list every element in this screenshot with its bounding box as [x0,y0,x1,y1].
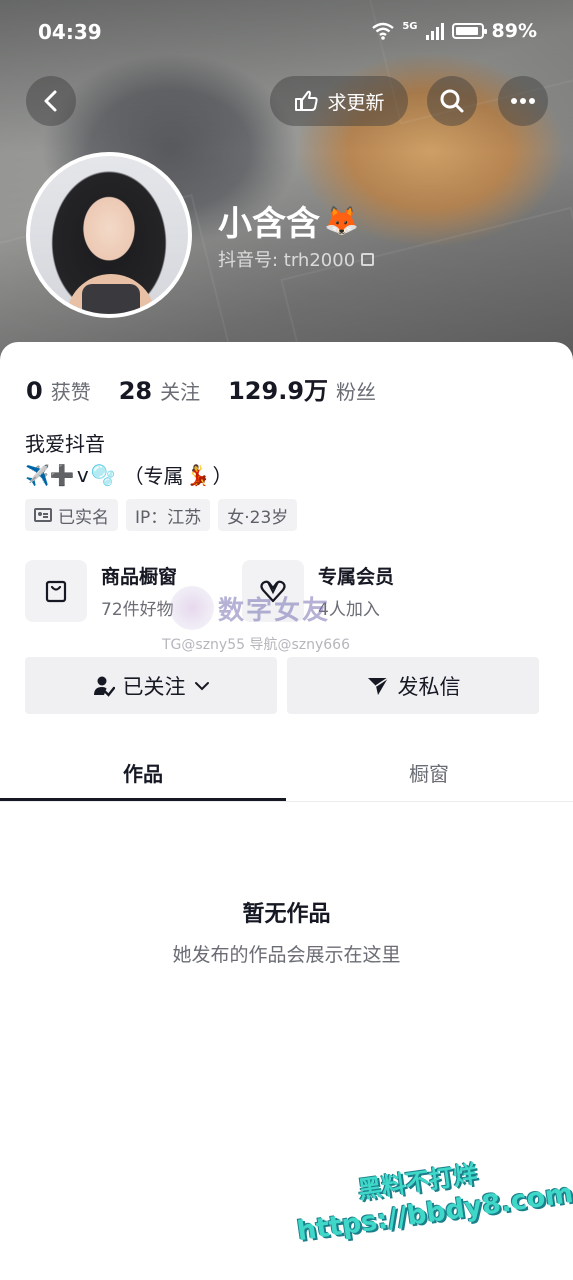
bio-line-1: 我爱抖音 [25,432,105,456]
stat-followers[interactable]: 129.9万 粉丝 [228,371,376,406]
shopping-bag-icon [45,580,67,603]
shop-title: 商品橱窗 [101,566,178,588]
tag-verified: 已实名 [25,499,118,531]
active-tab-indicator [0,798,286,801]
douyin-id-text: 抖音号: trh2000 [218,250,356,271]
tab-works[interactable]: 作品 [0,742,286,802]
battery-level: 89% [491,20,537,42]
request-update-button[interactable]: 求更新 [270,76,408,126]
tab-shop-window[interactable]: 橱窗 [286,742,572,802]
status-bar: 04:39 5G 89% [0,18,573,48]
chevron-left-icon [44,90,57,112]
stat-label: 粉丝 [336,380,377,404]
network-type: 5G [402,20,418,32]
back-button[interactable] [26,76,76,126]
following-button[interactable]: 已关注 [25,657,277,714]
profile-tags: 已实名 IP：江苏 女·23岁 [25,499,298,531]
id-card-icon [34,508,52,522]
bubble-emoji: 🫧 [90,462,116,487]
bio-exclusive: （专属 [123,464,184,488]
stat-label: 获赞 [50,380,91,404]
avatar[interactable] [26,152,192,318]
stat-label: 关注 [160,380,201,404]
member-entry[interactable]: 专属会员 4人加入 [242,560,394,622]
profile-name: 小含含 🦊 [218,196,359,245]
member-icon-box [242,560,304,622]
shop-window-entry[interactable]: 商品橱窗 72件好物 [25,560,177,622]
plane-plus-emoji: ✈️➕ [25,462,75,487]
tag-label: IP：江苏 [135,507,202,528]
more-dots-icon [511,98,535,104]
tag-label: 已实名 [58,507,109,528]
request-update-label: 求更新 [327,91,385,114]
member-heart-icon [260,580,286,603]
tag-label: 女·23岁 [227,507,289,528]
empty-state-title: 暂无作品 [242,902,331,927]
member-subtitle: 4人加入 [318,600,380,620]
douyin-id[interactable]: 抖音号: trh2000 [218,246,375,272]
empty-state-subtitle: 她发布的作品会展示在这里 [172,944,401,966]
dancer-emoji: 💃 [185,462,211,487]
send-message-button[interactable]: 发私信 [287,657,539,714]
stat-value: 129.9万 [228,377,329,405]
tag-ip: IP：江苏 [126,499,211,531]
stat-likes[interactable]: 0 获赞 [26,376,91,405]
shop-icon-box [25,560,87,622]
send-icon [367,676,388,695]
content-tabs: 作品 橱窗 [0,742,573,802]
signal-icon [425,22,444,40]
search-button[interactable] [427,76,477,126]
bio-close: ） [212,464,233,488]
shop-subtitle: 72件好物 [101,600,174,620]
bio-line-2: ✈️➕ v 🫧 （专属 💃 ） [25,460,232,489]
stat-value: 28 [118,377,153,405]
status-indicators: 5G 89% [372,20,537,42]
send-message-label: 发私信 [397,674,461,699]
battery-icon [451,23,487,39]
followed-user-icon [93,676,115,697]
chevron-down-icon [194,681,209,690]
stat-following[interactable]: 28 关注 [119,376,200,405]
pointing-hand-icon [295,90,319,111]
status-time: 04:39 [38,20,102,44]
search-icon [440,89,464,113]
tag-gender-age: 女·23岁 [218,499,298,531]
wifi-icon [372,22,395,40]
bio-v: v [76,462,89,487]
following-label: 已关注 [122,674,186,699]
avatar-clothing [82,284,140,314]
profile-stats: 0 获赞 28 关注 129.9万 粉丝 [26,371,376,406]
profile-name-text: 小含含 [218,204,320,244]
stat-value: 0 [26,377,43,405]
fox-emoji: 🦊 [324,204,359,237]
more-button[interactable] [498,76,548,126]
member-title: 专属会员 [318,566,395,588]
copy-icon[interactable] [361,252,375,266]
